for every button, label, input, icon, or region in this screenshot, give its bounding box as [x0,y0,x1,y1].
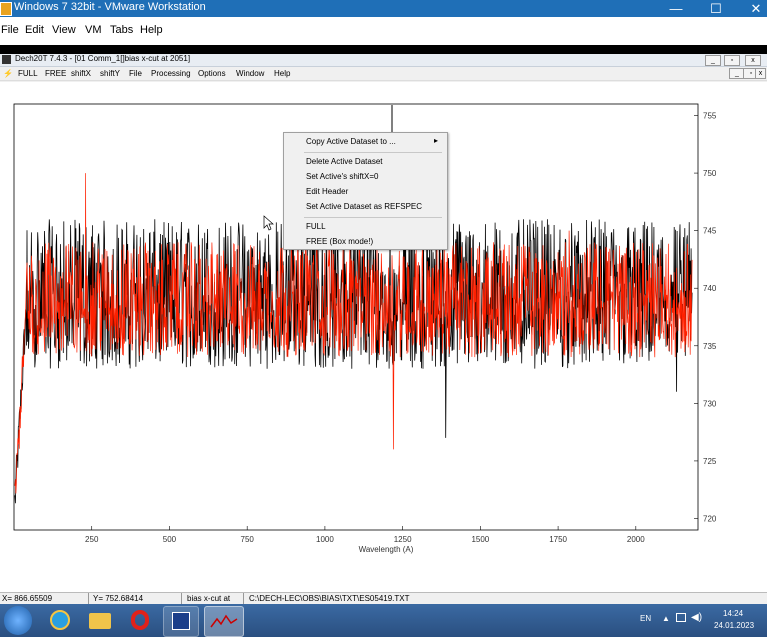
separator [304,217,442,218]
tray-expand-icon[interactable]: ▲ [662,614,670,623]
y-tick-label: 735 [703,342,717,351]
volume-icon[interactable]: ◀) [691,612,702,623]
ctx-free-box[interactable]: FREE (Box mode!) [306,237,373,246]
menu-free[interactable]: FREE [45,69,66,78]
doc-close-button[interactable]: x [755,68,766,79]
app-menu-bar: ⚡ FULL FREE shiftX shiftY File Processin… [0,67,767,81]
x-readout: X= 866.65509 [0,593,89,604]
ctx-full[interactable]: FULL [306,222,326,231]
minimize-button[interactable]: — [657,0,695,17]
y-tick-label: 745 [703,227,717,236]
opera-icon[interactable] [123,606,157,635]
y-tick-label: 725 [703,457,717,466]
app-title-bar: Dech20T 7.4.3 - [01 Comm_1[]bias x-cut a… [0,54,767,67]
menu-help[interactable]: Help [140,24,163,36]
y-tick-label: 750 [703,169,717,178]
x-tick-label: 2000 [627,535,645,544]
y-tick-label: 720 [703,514,717,523]
menu-app-file[interactable]: File [129,69,142,78]
vm-frame-edge [0,45,767,54]
menu-full[interactable]: FULL [18,69,38,78]
app-restore-button[interactable]: ▫ [724,55,740,66]
submenu-arrow-icon: ▸ [434,136,439,145]
menu-shifty[interactable]: shiftY [100,69,120,78]
y-tick-label: 730 [703,399,717,408]
host-title-bar: Windows 7 32bit - VMware Workstation — ☐… [0,0,767,17]
mouse-cursor-icon [263,215,274,231]
x-tick-label: 500 [163,535,177,544]
dataset-name: bias x-cut at [185,593,244,604]
menu-options[interactable]: Options [198,69,226,78]
dech-icon[interactable] [204,606,244,637]
x-axis-label: Wavelength (A) [359,545,414,554]
save-icon[interactable] [163,606,199,637]
menu-vm[interactable]: VM [85,24,102,36]
ctx-edit-header[interactable]: Edit Header [306,187,348,196]
app-minimize-button[interactable]: _ [705,55,721,66]
ctx-set-refspec[interactable]: Set Active Dataset as REFSPEC [306,202,422,211]
start-button[interactable] [4,606,32,635]
ctx-copy-dataset[interactable]: Copy Active Dataset to ... [306,137,396,146]
ctx-delete-dataset[interactable]: Delete Active Dataset [306,157,382,166]
y-tick-label: 755 [703,112,717,121]
menu-edit[interactable]: Edit [25,24,44,36]
close-button[interactable]: ✕ [737,0,767,17]
clock-date[interactable]: 24.01.2023 [714,621,754,630]
x-tick-label: 1750 [549,535,567,544]
menu-processing[interactable]: Processing [151,69,191,78]
file-path: C:\DECH-LEC\OBS\BIAS\TXT\ES05419.TXT [249,594,410,603]
x-tick-label: 750 [241,535,255,544]
ctx-set-shiftx[interactable]: Set Active's shiftX=0 [306,172,378,181]
x-tick-label: 250 [85,535,99,544]
network-icon[interactable] [676,613,686,622]
maximize-button[interactable]: ☐ [697,0,735,17]
clock-time[interactable]: 14:24 [723,609,743,618]
language-indicator[interactable]: EN [640,614,651,623]
app-icon [2,55,11,64]
x-tick-label: 1250 [394,535,412,544]
ie-icon[interactable] [43,606,77,635]
y-readout: Y= 752.68414 [91,593,182,604]
x-tick-label: 1500 [471,535,489,544]
y-tick-label: 740 [703,284,717,293]
menu-app-help[interactable]: Help [274,69,290,78]
host-menu-bar: File Edit View VM Tabs Help [0,17,767,45]
x-tick-label: 1000 [316,535,334,544]
menu-file[interactable]: File [1,24,19,36]
menu-tabs[interactable]: Tabs [110,24,133,36]
context-menu: Copy Active Dataset to ... ▸ Delete Acti… [283,132,448,250]
menu-window[interactable]: Window [236,69,264,78]
app-window-title: Dech20T 7.4.3 - [01 Comm_1[]bias x-cut a… [15,54,191,63]
taskbar: EN ▲ ◀) 14:24 24.01.2023 [0,604,767,637]
menu-view[interactable]: View [52,24,76,36]
plot-tool-icon[interactable]: ⚡ [3,69,13,78]
menu-shiftx[interactable]: shiftX [71,69,91,78]
explorer-icon[interactable] [83,606,117,635]
app-close-button[interactable]: x [745,55,761,66]
host-window-title: Windows 7 32bit - VMware Workstation [14,1,206,13]
separator [304,152,442,153]
vmware-icon [0,2,12,16]
